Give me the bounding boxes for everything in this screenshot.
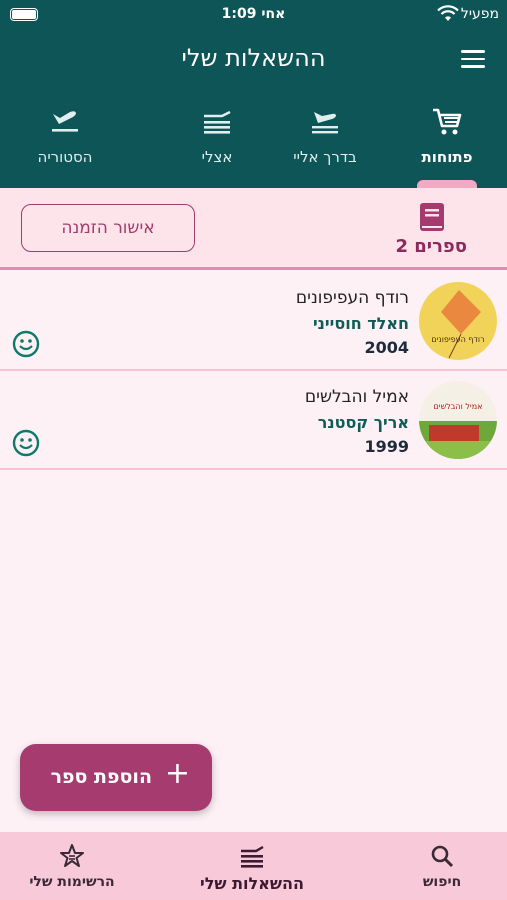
confirm-order-button[interactable]: אישור הזמנה xyxy=(21,204,195,252)
status-time: 1:09 אחי xyxy=(221,6,286,22)
bottom-navigation: חיפוש ההשאלות שלי הרשימות שלי xyxy=(0,832,507,900)
tab-with-me[interactable]: אצלי xyxy=(167,90,267,188)
takeoff-plane-icon xyxy=(52,111,78,132)
list-item[interactable]: רודף העפיפונים רודף העפיפונים חאלד חוסיי… xyxy=(0,272,507,371)
add-book-button[interactable]: + הוספת ספר xyxy=(20,744,212,811)
cart-icon xyxy=(433,108,462,135)
hamburger-menu-icon[interactable] xyxy=(461,50,485,68)
status-bar: 1:09 אחי מפעיל xyxy=(0,0,507,30)
wifi-icon xyxy=(437,5,459,21)
book-stack-icon xyxy=(204,110,231,134)
tab-open[interactable]: פתוחות xyxy=(397,90,497,188)
app-header: ההשאלות שלי xyxy=(0,30,507,90)
search-icon xyxy=(431,845,454,868)
tab-label: הסטוריה xyxy=(37,148,93,166)
nav-label: חיפוש xyxy=(422,874,462,890)
list-item[interactable]: אמיל והבלשים אמיל והבלשים אריך קסטנר 199… xyxy=(0,371,507,470)
smiley-icon[interactable] xyxy=(12,330,40,358)
book-count: 2 ספרים xyxy=(395,236,467,257)
svg-text:אמיל והבלשים: אמיל והבלשים xyxy=(433,402,482,411)
nav-label: ההשאלות שלי xyxy=(200,874,304,893)
book-title: אמיל והבלשים xyxy=(304,387,409,407)
book-year: 1999 xyxy=(364,437,409,456)
smiley-icon[interactable] xyxy=(12,429,40,457)
book-cover: אמיל והבלשים xyxy=(419,381,497,459)
book-list: רודף העפיפונים רודף העפיפונים חאלד חוסיי… xyxy=(0,272,507,470)
tab-history[interactable]: הסטוריה xyxy=(15,90,115,188)
nav-my-loans[interactable]: ההשאלות שלי xyxy=(187,832,317,900)
nav-my-lists[interactable]: הרשימות שלי xyxy=(12,832,132,900)
book-cover: רודף העפיפונים xyxy=(419,282,497,360)
star-list-icon xyxy=(60,844,84,867)
plus-icon: + xyxy=(164,756,190,791)
book-year: 2004 xyxy=(364,338,409,357)
nav-search[interactable]: חיפוש xyxy=(407,832,477,900)
tab-on-the-way[interactable]: בדרך אליי xyxy=(275,90,375,188)
tab-label: אצלי xyxy=(201,148,233,166)
book-author: אריך קסטנר xyxy=(317,413,409,432)
tab-bar: פתוחות בדרך אליי אצלי הסטוריה xyxy=(0,90,507,188)
active-tab-indicator xyxy=(417,180,477,188)
carrier-label: מפעיל xyxy=(460,6,499,22)
svg-text:רודף העפיפונים: רודף העפיפונים xyxy=(431,335,484,344)
add-book-label: הוספת ספר xyxy=(50,766,152,788)
tab-label: פתוחות xyxy=(421,148,473,166)
book-author: חאלד חוסייני xyxy=(312,314,409,333)
page-title: ההשאלות שלי xyxy=(181,44,326,72)
book-icon xyxy=(420,203,444,231)
tab-label: בדרך אליי xyxy=(293,148,357,166)
landing-plane-icon xyxy=(312,112,338,134)
book-title: רודף העפיפונים xyxy=(295,288,409,308)
book-stack-icon xyxy=(241,845,264,868)
nav-label: הרשימות שלי xyxy=(29,874,115,890)
order-summary: אישור הזמנה 2 ספרים xyxy=(0,188,507,270)
